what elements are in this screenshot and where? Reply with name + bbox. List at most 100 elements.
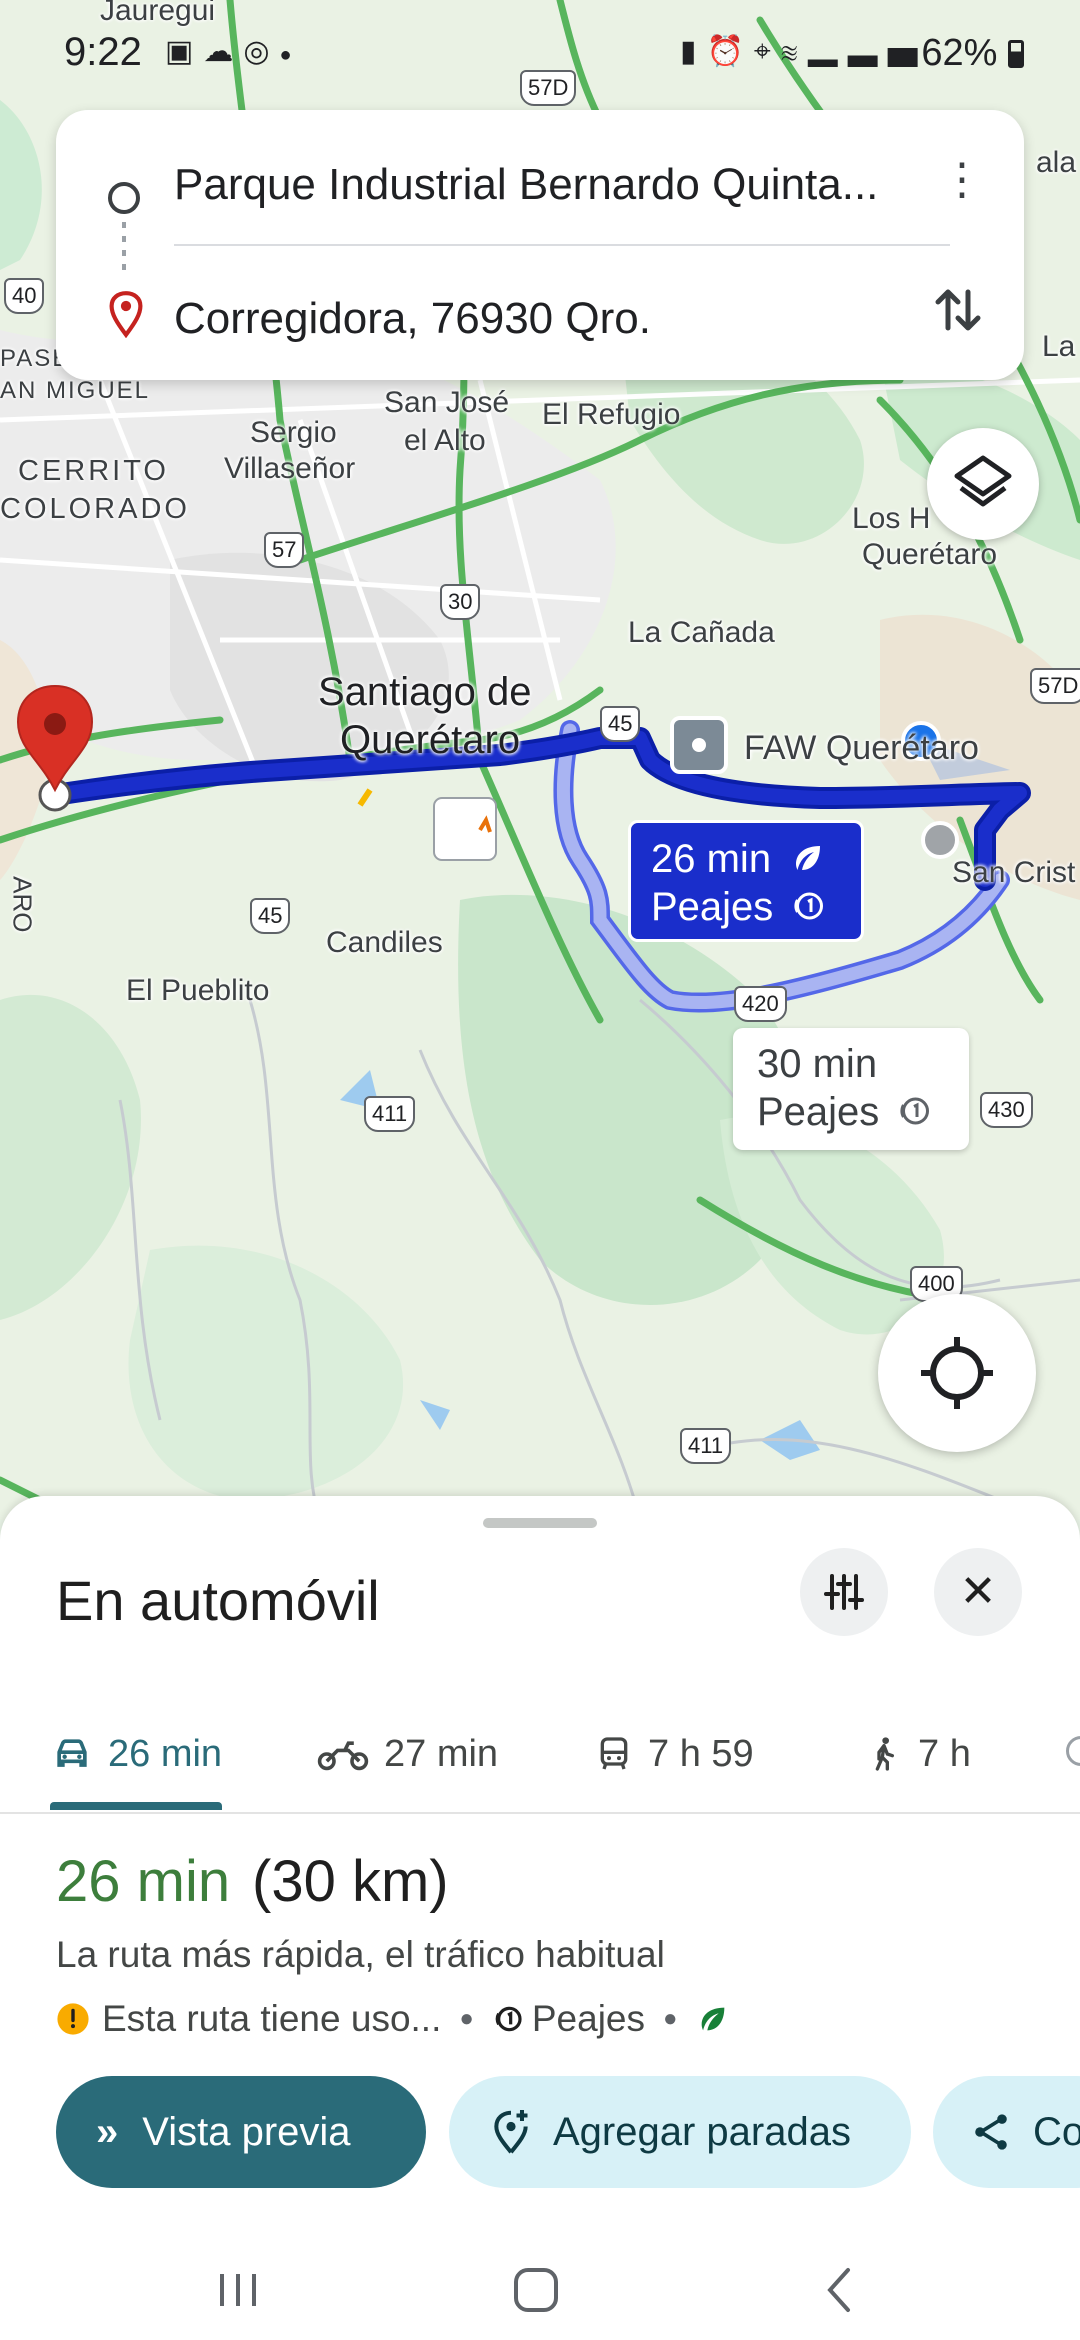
tab-more-icon[interactable] (1066, 1736, 1080, 1766)
add-stops-button[interactable]: Agregar paradas (449, 2076, 911, 2188)
drag-handle[interactable] (483, 1518, 597, 1528)
close-icon: ✕ (959, 1567, 997, 1616)
route-bubble-alt-tolls: Peajes (757, 1090, 880, 1134)
highway-shield-40: 40 (4, 278, 45, 314)
tab-car-label: 26 min (108, 1732, 223, 1775)
map-label-queretaro-ne: Querétaro (862, 538, 998, 571)
swap-button[interactable] (928, 280, 988, 340)
separator-dot: ● (459, 2005, 474, 2032)
map-label-faw[interactable]: FAW Querétaro (744, 729, 979, 767)
map-label-santiago: Santiago de (318, 670, 532, 714)
highway-shield-57: 57 (264, 532, 305, 568)
back-icon[interactable] (810, 2260, 870, 2320)
map-label-queretaro-city: Querétaro (340, 718, 521, 762)
cloud-icon: ☁ (203, 35, 244, 68)
map-label-la: La (1042, 330, 1076, 363)
alarm-icon: ⏰ (706, 35, 754, 68)
route-warning-text: Esta ruta tiene uso... (102, 1998, 442, 2039)
preview-label: Vista previa (142, 2109, 351, 2154)
toll-icon (794, 892, 824, 920)
status-left-icons: ▣☁◎● (165, 34, 302, 69)
status-time: 9:22 (64, 30, 142, 74)
destination-pin-icon (109, 291, 143, 338)
map-label-la-canada: La Cañada (628, 616, 775, 649)
swap-arrows-icon (935, 289, 981, 331)
map-label-el-alto: el Alto (404, 424, 486, 457)
map-label-aro: ARO (7, 876, 38, 933)
map-label-el-refugio: El Refugio (542, 398, 681, 431)
map-label-candiles: Candiles (326, 926, 443, 959)
tab-transit-label: 7 h 59 (648, 1732, 754, 1775)
layers-icon (954, 455, 1012, 507)
map-label-cerrito: CERRITO (18, 455, 169, 487)
highway-shield-420: 420 (734, 986, 787, 1022)
route-bubble-tolls: Peajes (651, 885, 774, 929)
signal-icon: ▂▃▅ (807, 35, 928, 68)
tab-walk[interactable]: 7 h (864, 1696, 971, 1812)
route-bubble-selected[interactable]: 26 min Peajes (628, 820, 864, 942)
tab-walk-label: 7 h (918, 1732, 971, 1775)
route-notes[interactable]: Esta ruta tiene uso... ● Peajes ● (56, 1994, 730, 2044)
active-tab-indicator (50, 1802, 222, 1810)
dot-icon: ● (279, 44, 302, 66)
travel-mode-tabs: 26 min 27 min 7 h 59 7 h (0, 1696, 1080, 1814)
warning-icon (57, 2003, 89, 2035)
add-location-icon (494, 2110, 528, 2154)
map-label-colorado: COLORADO (0, 493, 190, 525)
layers-button[interactable] (927, 428, 1039, 540)
destination-field[interactable]: Corregidora, 76930 Qro. (174, 294, 651, 344)
origin-field[interactable]: Parque Industrial Bernardo Quinta... (174, 160, 878, 210)
home-icon[interactable] (506, 2260, 566, 2320)
route-tolls-text: Peajes (531, 1998, 645, 2039)
battery-percent: 62% (921, 32, 998, 74)
location-icon: ⌖ (753, 35, 781, 68)
map-label-san-jose: San José (384, 386, 510, 419)
map-label-ala: ala (1036, 146, 1077, 179)
preview-button[interactable]: » Vista previa (56, 2076, 426, 2188)
chrome-icon: ◎ (243, 35, 280, 68)
destination-row[interactable]: Corregidora, 76930 Qro. (56, 266, 1024, 366)
travel-mode-title: En automóvil (56, 1569, 380, 1632)
motorcycle-icon (317, 1741, 369, 1771)
origin-row[interactable]: Parque Industrial Bernardo Quinta... (56, 130, 1024, 230)
tab-motorcycle[interactable]: 27 min (316, 1696, 498, 1812)
map-label-villasenor: Villaseñor (224, 452, 356, 485)
share-button[interactable]: Co (933, 2076, 1080, 2188)
battery-icon (1008, 40, 1024, 68)
map-label-los-h: Los H (852, 502, 931, 535)
toll-icon (495, 2006, 522, 2032)
toll-icon (900, 1097, 930, 1125)
highway-shield-45: 45 (600, 706, 641, 742)
crosshair-icon (921, 1337, 993, 1409)
tab-car[interactable]: 26 min (50, 1696, 222, 1812)
route-bubble-time: 26 min (651, 837, 772, 881)
divider (174, 244, 950, 246)
status-bar: 9:22 ▣☁◎● ▮⏰⌖≋▂▃▅ 62% (0, 0, 1080, 110)
route-duration: 26 min (56, 1849, 231, 1914)
highway-shield-430: 430 (980, 1092, 1033, 1128)
tab-transit[interactable]: 7 h 59 (594, 1696, 754, 1812)
more-options-button[interactable]: ⋮ (940, 150, 984, 210)
battery-level: 62% (921, 32, 1024, 75)
route-distance: (30 km) (252, 1849, 449, 1914)
my-location-button[interactable] (878, 1294, 1036, 1452)
close-button[interactable]: ✕ (934, 1548, 1022, 1636)
eco-leaf-icon (701, 2007, 724, 2031)
recent-apps-icon[interactable] (208, 2260, 268, 2320)
add-stops-label: Agregar paradas (553, 2109, 851, 2154)
route-options-button[interactable] (800, 1548, 888, 1636)
map-label-san-crist: San Crist (952, 856, 1076, 889)
route-dots (122, 222, 126, 272)
highway-shield-45-south: 45 (250, 898, 291, 934)
directions-card: Parque Industrial Bernardo Quinta... Cor… (56, 110, 1024, 380)
walk-icon (875, 1737, 894, 1771)
route-bubble-alternate[interactable]: 30 min Peajes (733, 1028, 969, 1150)
system-nav-bar (0, 2240, 1080, 2340)
map-label-el-pueblito: El Pueblito (126, 974, 270, 1007)
route-bubble-alt-time: 30 min (757, 1042, 878, 1086)
origin-circle-icon (108, 182, 140, 214)
share-label: Co (1033, 2109, 1080, 2154)
separator-dot: ● (663, 2005, 678, 2032)
double-chevron-icon: » (96, 2109, 119, 2154)
eco-leaf-icon (796, 846, 821, 870)
